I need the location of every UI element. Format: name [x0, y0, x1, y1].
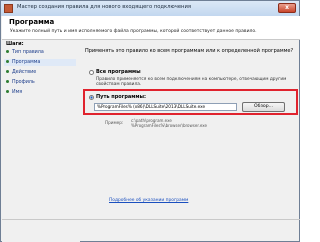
all-programs-label[interactable]: Все программы	[96, 69, 141, 75]
step-bullet-icon	[6, 70, 9, 73]
page-description: Укажите полный путь и имя исполняемого ф…	[10, 29, 257, 34]
all-programs-radio[interactable]	[89, 70, 94, 75]
step-rule-type[interactable]: Тип правила	[4, 49, 76, 56]
title-bar[interactable]: Мастер создания правила для нового входя…	[1, 1, 299, 16]
all-programs-description-2: свойствам правила.	[96, 82, 142, 87]
steps-title: Шаги:	[6, 41, 24, 47]
step-action[interactable]: Действие	[4, 69, 76, 76]
step-label: Программа	[12, 60, 41, 65]
close-button[interactable]: x	[278, 3, 296, 13]
step-label: Имя	[12, 90, 23, 95]
browse-button[interactable]: Обзор...	[242, 102, 285, 112]
page-title: Программа	[9, 18, 55, 26]
learn-more-link[interactable]: Подробнее об указании программ	[109, 198, 188, 203]
program-path-input[interactable]: %ProgramFiles% (x86)\DLLSuite\2013\DLLSu…	[94, 103, 237, 111]
step-label: Профиль	[12, 80, 35, 85]
step-bullet-icon	[6, 50, 9, 53]
content-area: Применять это правило ко всем программам…	[81, 40, 299, 242]
step-program[interactable]: Программа	[4, 59, 76, 66]
example-line-2: %ProgramFiles%\browser\browser.exe	[131, 123, 207, 128]
program-path-label[interactable]: Путь программы:	[96, 94, 146, 100]
scope-question: Применять это правило ко всем программам…	[85, 48, 294, 54]
step-name[interactable]: Имя	[4, 89, 76, 96]
step-profile[interactable]: Профиль	[4, 79, 76, 86]
window-title: Мастер создания правила для нового входя…	[17, 4, 191, 10]
step-label: Действие	[12, 70, 37, 75]
program-path-radio[interactable]	[89, 95, 94, 100]
firewall-app-icon	[4, 4, 13, 13]
wizard-window: Мастер создания правила для нового входя…	[0, 0, 300, 242]
step-label: Тип правила	[12, 50, 44, 55]
step-bullet-icon	[6, 60, 9, 63]
step-bullet-icon	[6, 80, 9, 83]
example-values: c:\path\program.exe %ProgramFiles%\brows…	[131, 118, 207, 128]
example-label: Пример:	[105, 120, 124, 125]
step-bullet-icon	[6, 90, 9, 93]
steps-panel: Шаги: Тип правила Программа Действие Про…	[2, 40, 80, 242]
footer-divider	[2, 219, 300, 220]
page-header: Программа Укажите полный путь и имя испо…	[2, 16, 300, 40]
